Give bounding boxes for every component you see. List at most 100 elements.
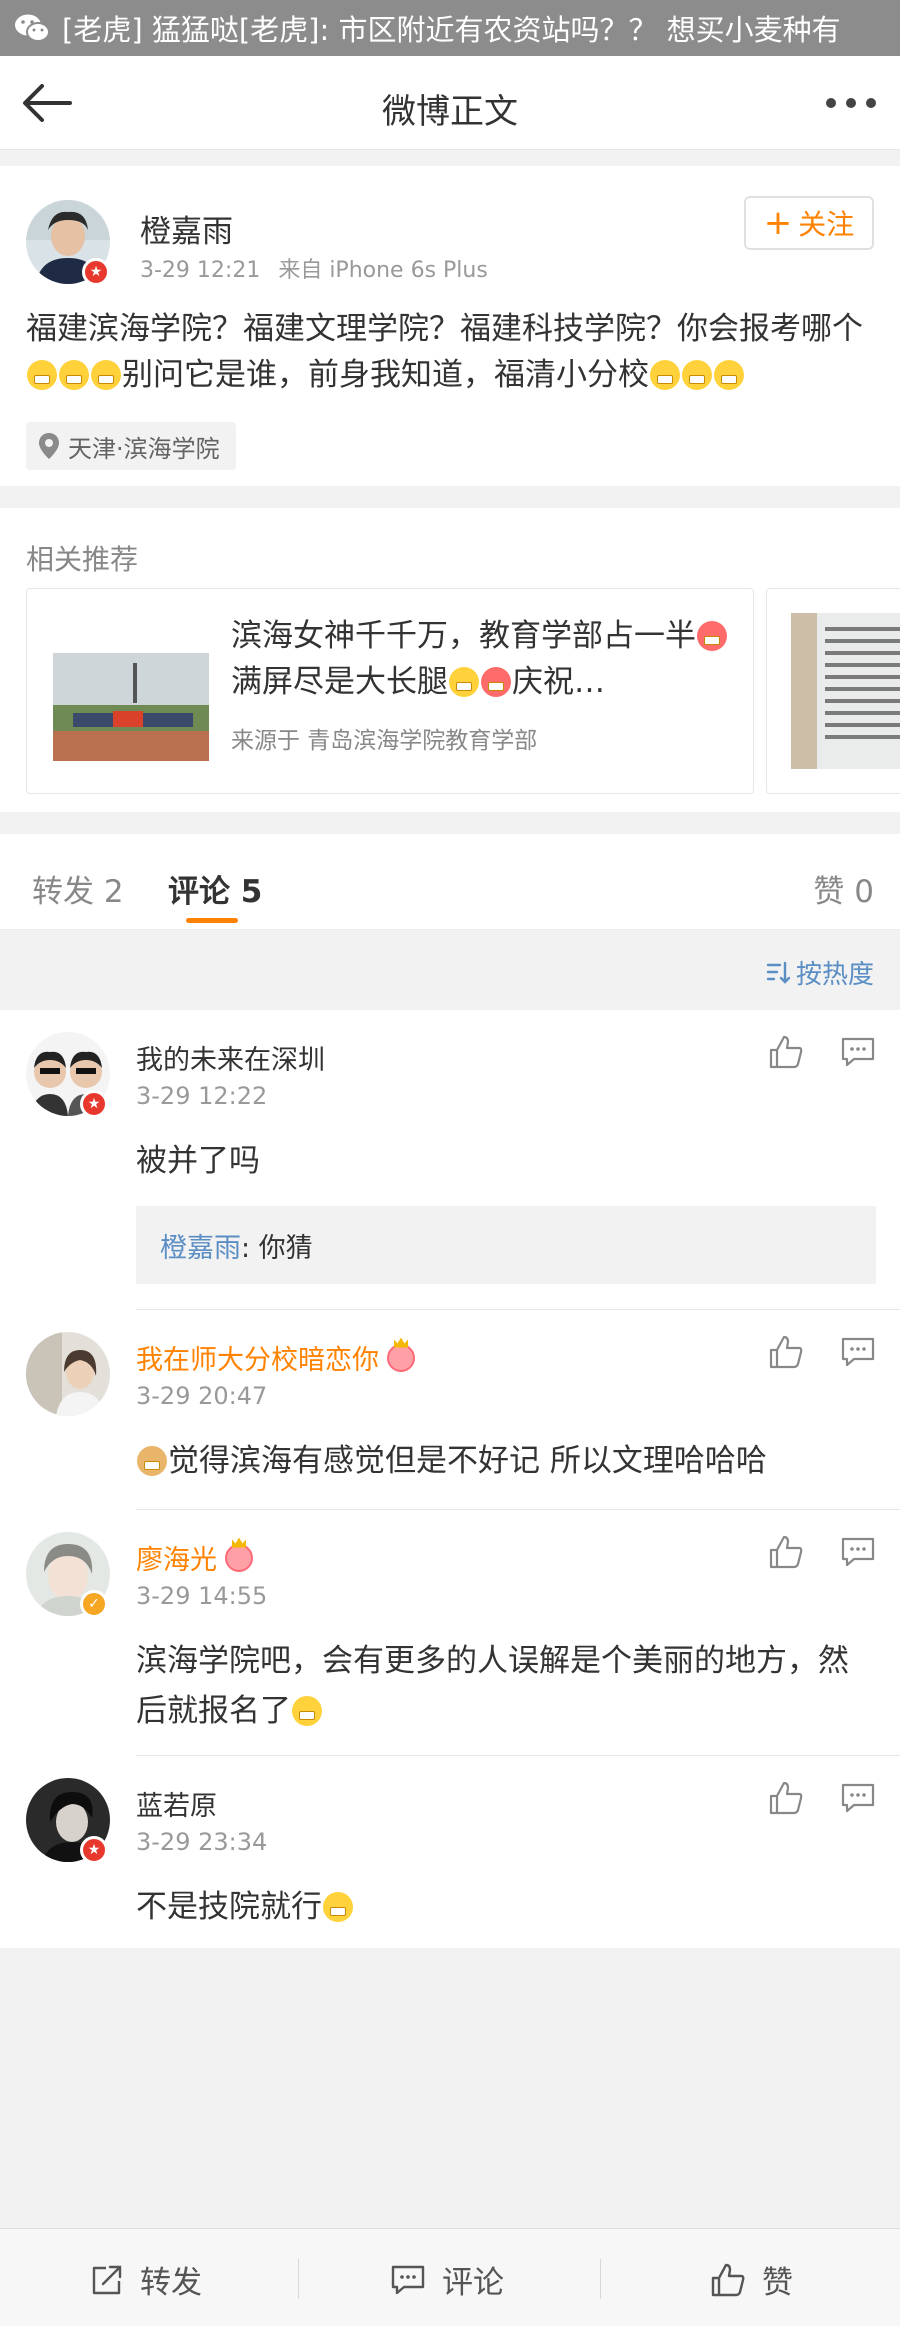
smirk-emoji-icon bbox=[650, 360, 680, 390]
commenter-name-text: 廖海光 bbox=[136, 1545, 217, 1576]
weibo-post: ★ 橙嘉雨 3-29 12:21 来自 iPhone 6s Plus + 关注 福建… bbox=[0, 166, 900, 486]
verified-badge-icon: ★ bbox=[82, 258, 110, 286]
sort-by-hot-button[interactable]: 按热度 bbox=[766, 954, 874, 991]
more-dots-icon[interactable] bbox=[824, 96, 878, 110]
plus-icon: + bbox=[763, 203, 793, 243]
repost-icon bbox=[92, 2265, 122, 2294]
smirk-emoji-icon bbox=[714, 360, 744, 390]
grin-emoji-icon bbox=[323, 1892, 353, 1922]
related-thumbnail bbox=[53, 613, 209, 769]
comment-text: 被并了吗 bbox=[136, 1143, 260, 1179]
nested-reply[interactable]: 橙嘉雨: 你猜 bbox=[136, 1206, 876, 1284]
comment-item: 我在师大分校暗恋你 3-29 20:47 觉得滨海有感觉但是不好记 所以文理哈哈… bbox=[0, 1310, 900, 1510]
comment-time: 3-29 20:47 bbox=[136, 1382, 268, 1410]
location-tag[interactable]: 天津·滨海学院 bbox=[26, 422, 236, 470]
thumbs-up-icon[interactable] bbox=[768, 1780, 804, 1816]
comment-item: ✓ 廖海光 3-29 14:55 滨海学院吧，会有更多的人误解是个美丽的地方，然… bbox=[0, 1510, 900, 1756]
post-text-1: 福建滨海学院？福建文理学院？福建科技学院？你会报考哪个 bbox=[26, 311, 863, 347]
nav-bar: 微博正文 bbox=[0, 56, 900, 150]
follow-button[interactable]: + 关注 bbox=[744, 196, 874, 250]
separator bbox=[298, 2259, 299, 2299]
page-title: 微博正文 bbox=[382, 92, 518, 132]
commenter-name[interactable]: 廖海光 bbox=[136, 1538, 253, 1577]
location-pin-icon bbox=[39, 433, 59, 459]
comment-button[interactable]: 评论 bbox=[390, 2257, 504, 2302]
thumbs-up-icon[interactable] bbox=[768, 1034, 804, 1070]
like-label: 赞 bbox=[762, 2265, 793, 2301]
related-source: 来源于 青岛滨海学院教育学部 bbox=[231, 728, 538, 754]
wechat-icon bbox=[15, 14, 50, 42]
post-content: 福建滨海学院？福建文理学院？福建科技学院？你会报考哪个别问它是谁，前身我知道，福… bbox=[26, 306, 876, 398]
reply-text: : 你猜 bbox=[241, 1232, 313, 1264]
comment-icon bbox=[391, 2265, 425, 2294]
post-text-2: 别问它是谁，前身我知道，福清小分校 bbox=[122, 357, 649, 393]
vip-crown-icon bbox=[225, 1543, 253, 1572]
comment-text-body: 不是技院就行 bbox=[136, 1889, 322, 1925]
verified-badge-icon: ★ bbox=[80, 1836, 108, 1864]
post-source: 来自 iPhone 6s Plus bbox=[278, 258, 488, 283]
smirk-emoji-icon bbox=[682, 360, 712, 390]
comment-time: 3-29 23:34 bbox=[136, 1828, 268, 1856]
related-recommendations: 相关推荐 滨海女神千千万，教育学部占一半满屏尽是大长腿 庆祝… 来源于 青岛滨海学… bbox=[0, 508, 900, 812]
author-name[interactable]: 橙嘉雨 bbox=[140, 206, 233, 251]
location-label: 天津·滨海学院 bbox=[68, 434, 220, 463]
thumbs-up-icon[interactable] bbox=[768, 1334, 804, 1370]
commenter-name[interactable]: 我在师大分校暗恋你 bbox=[136, 1338, 415, 1377]
reply-comment-icon[interactable] bbox=[840, 1336, 876, 1368]
commenter-name[interactable]: 我的未来在深圳 bbox=[136, 1038, 325, 1077]
sort-icon bbox=[766, 961, 791, 984]
sort-label: 按热度 bbox=[795, 960, 874, 990]
tab-repost[interactable]: 转发 2 bbox=[32, 866, 124, 911]
related-title: 滨海女神千千万，教育学部占一半满屏尽是大长腿 庆祝… bbox=[231, 613, 731, 705]
reply-author-link[interactable]: 橙嘉雨 bbox=[160, 1226, 241, 1265]
follow-label: 关注 bbox=[798, 208, 855, 241]
commenter-name[interactable]: 蓝若原 bbox=[136, 1784, 217, 1823]
comment-text-body: 觉得滨海有感觉但是不好记 所以文理哈哈哈 bbox=[168, 1443, 767, 1479]
thinking-emoji-icon bbox=[292, 1696, 322, 1726]
notification-banner[interactable]: [老虎] 猛猛哒[老虎]: 市区附近有农资站吗？？ 想买小麦种有 bbox=[0, 0, 900, 56]
comment-text-body: 滨海学院吧，会有更多的人误解是个美丽的地方，然后就报名了 bbox=[136, 1643, 849, 1729]
like-button[interactable]: 赞 bbox=[710, 2257, 793, 2302]
interaction-tabs: 转发 2 评论 5 赞 0 bbox=[0, 834, 900, 930]
related-card[interactable]: 滨海女神千千万，教育学部占一半满屏尽是大长腿 庆祝… 来源于 青岛滨海学院教育学部 bbox=[26, 588, 754, 794]
active-tab-indicator bbox=[186, 918, 238, 923]
vip-crown-icon bbox=[387, 1343, 415, 1372]
related-title-part: 满屏尽是大长腿 bbox=[231, 664, 448, 700]
tab-comment[interactable]: 评论 5 bbox=[168, 866, 262, 911]
repost-button[interactable]: 转发 bbox=[90, 2257, 202, 2302]
related-card[interactable] bbox=[766, 588, 900, 794]
tab-like[interactable]: 赞 0 bbox=[813, 866, 874, 911]
grin-emoji-icon bbox=[59, 360, 89, 390]
comment-time: 3-29 14:55 bbox=[136, 1582, 268, 1610]
post-meta: 3-29 12:21 来自 iPhone 6s Plus bbox=[140, 252, 488, 284]
reply-comment-icon[interactable] bbox=[840, 1782, 876, 1814]
verified-badge-icon: ★ bbox=[80, 1090, 108, 1118]
thumbs-up-icon bbox=[711, 2263, 745, 2296]
comment-item: ★ 蓝若原 3-29 23:34 不是技院就行 bbox=[0, 1756, 900, 1948]
reply-comment-icon[interactable] bbox=[840, 1036, 876, 1068]
doge-emoji-icon bbox=[137, 1446, 167, 1476]
comment-text: 滨海学院吧，会有更多的人误解是个美丽的地方，然后就报名了 bbox=[136, 1636, 876, 1736]
notification-text: [老虎] 猛猛哒[老虎]: 市区附近有农资站吗？？ 想买小麦种有 bbox=[62, 13, 841, 47]
comment-time: 3-29 12:22 bbox=[136, 1082, 268, 1110]
thumbs-up-icon[interactable] bbox=[768, 1534, 804, 1570]
commenter-avatar[interactable] bbox=[26, 1332, 110, 1416]
comment-text: 不是技院就行 bbox=[136, 1882, 876, 1932]
related-title-part: 庆祝… bbox=[512, 664, 605, 700]
comment-list: ★ 我的未来在深圳 3-29 12:22 被并了吗 橙嘉雨: 你猜 我在师大分校… bbox=[0, 1010, 900, 1948]
related-thumbnail bbox=[791, 613, 900, 769]
separator bbox=[600, 2259, 601, 2299]
grin-emoji-icon bbox=[91, 360, 121, 390]
reply-comment-icon[interactable] bbox=[840, 1536, 876, 1568]
heart-eyes-emoji-icon bbox=[449, 667, 479, 697]
comment-label: 评论 bbox=[442, 2265, 504, 2301]
related-header: 相关推荐 bbox=[26, 543, 139, 576]
grin-emoji-icon bbox=[27, 360, 57, 390]
post-time: 3-29 12:21 bbox=[140, 258, 261, 283]
comment-text: 觉得滨海有感觉但是不好记 所以文理哈哈哈 bbox=[136, 1436, 876, 1486]
related-title-part: 滨海女神千千万，教育学部占一半 bbox=[231, 618, 696, 654]
heart-eyes-emoji-icon bbox=[481, 667, 511, 697]
sort-bar: 按热度 bbox=[0, 930, 900, 1010]
bottom-action-bar: 转发 评论 赞 bbox=[0, 2228, 900, 2326]
verified-badge-icon: ✓ bbox=[80, 1590, 108, 1618]
